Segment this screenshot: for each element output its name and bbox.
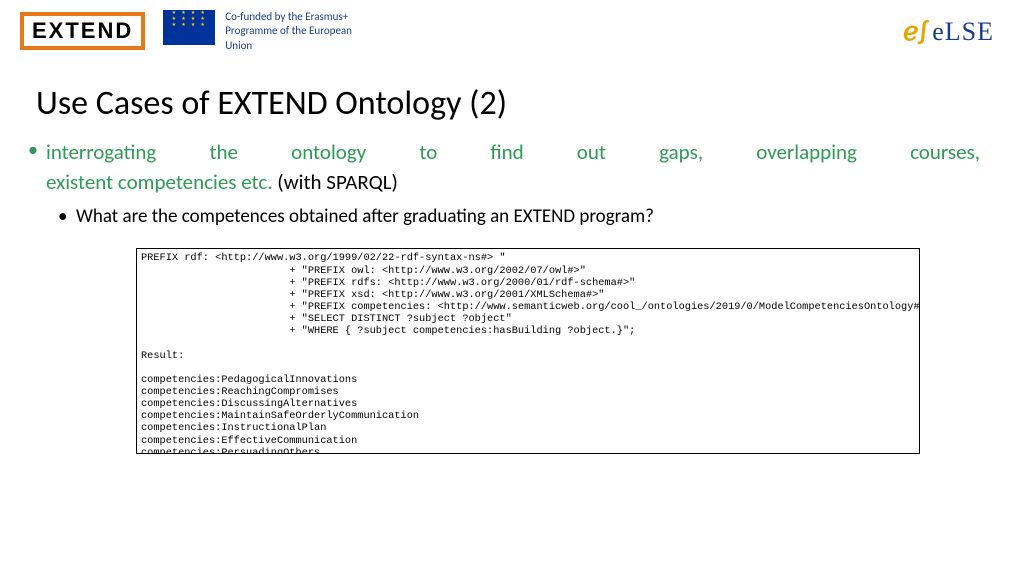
else-logo-text: eLSE (932, 17, 994, 47)
bullet-green-line2: existent competencies etc. (46, 169, 273, 195)
bullet-sub: What are the competences obtained after … (76, 204, 980, 231)
bullet-black-tail: (with SPARQL) (273, 169, 398, 195)
eu-cofunded-block: Co-funded by the Erasmus+ Programme of t… (163, 10, 365, 53)
sparql-code-block: PREFIX rdf: <http://www.w3.org/1999/02/2… (136, 248, 920, 454)
slide-body: interrogating the ontology to find out g… (0, 138, 1024, 455)
bullet-main: interrogating the ontology to find out g… (44, 138, 980, 231)
eu-flag-icon (163, 10, 215, 45)
extend-logo: EXTEND (20, 12, 145, 50)
bullet-green-line1: interrogating the ontology to find out g… (46, 138, 980, 168)
slide-title: Use Cases of EXTEND Ontology (2) (0, 57, 1024, 138)
else-swirl-icon: ℯ∫ (903, 15, 928, 47)
else-logo: ℯ∫ eLSE (903, 15, 1004, 47)
eu-cofunded-text: Co-funded by the Erasmus+ Programme of t… (225, 10, 365, 53)
slide-header: EXTEND Co-funded by the Erasmus+ Program… (0, 0, 1024, 57)
